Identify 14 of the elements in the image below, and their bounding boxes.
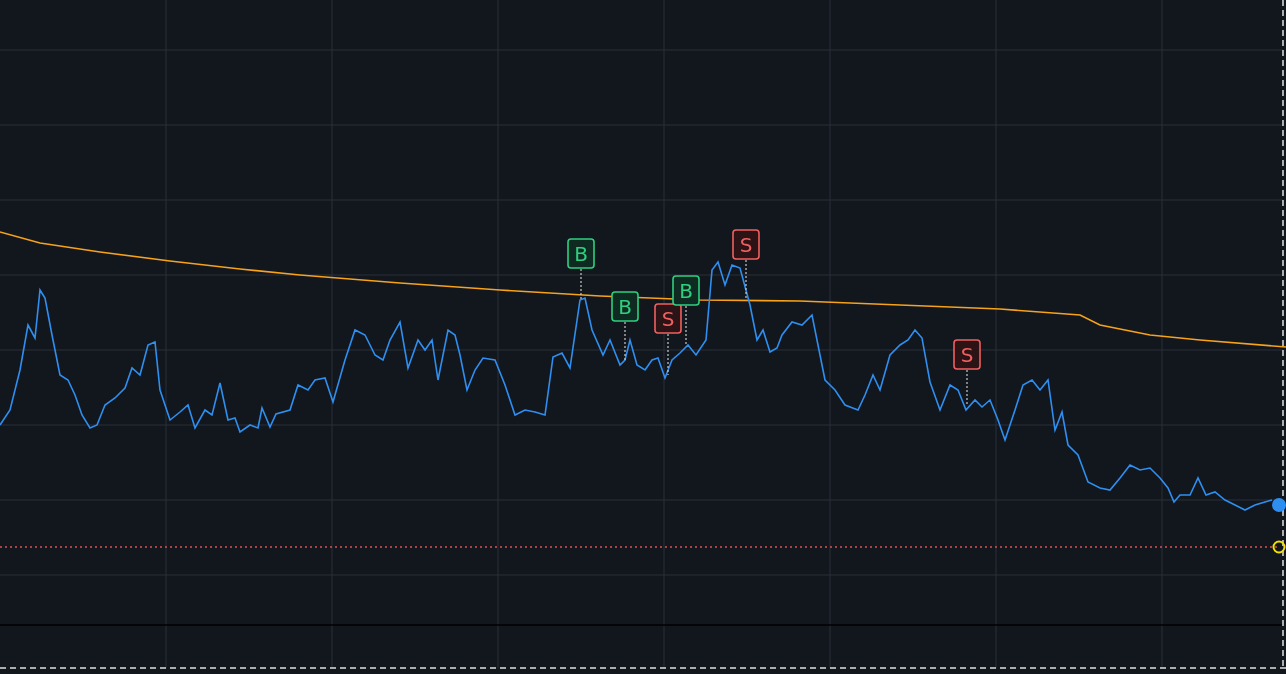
sell-marker: S [732, 229, 760, 260]
level-circle [1272, 540, 1286, 554]
leader-line [580, 268, 582, 301]
sell-marker: S [953, 339, 981, 370]
leader-line [667, 333, 669, 376]
leader-line [745, 259, 747, 299]
buy-marker: B [611, 291, 639, 322]
sell-marker: S [654, 303, 682, 334]
last-price-dot [1272, 498, 1286, 512]
leader-line [966, 369, 968, 406]
buy-marker: B [567, 238, 595, 269]
buy-marker: B [672, 275, 700, 306]
leader-line [624, 321, 626, 361]
leader-line [685, 305, 687, 346]
